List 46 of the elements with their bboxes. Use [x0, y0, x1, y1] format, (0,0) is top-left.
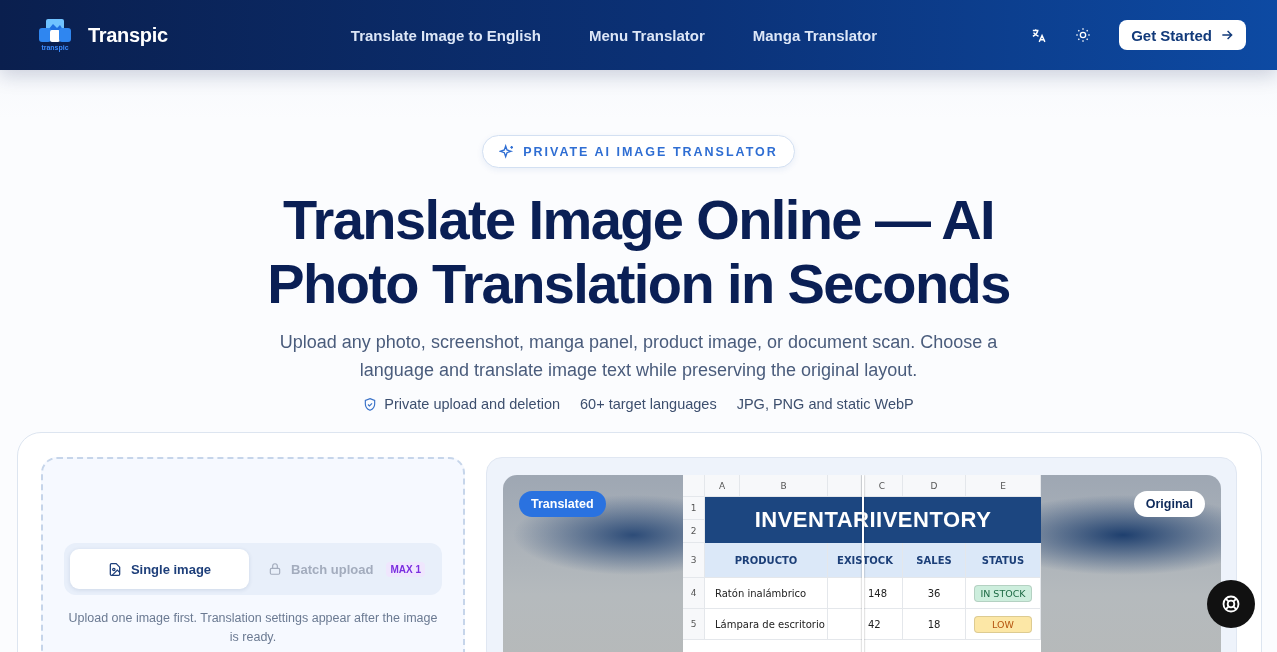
- row-number: 2: [683, 520, 705, 543]
- lifebuoy-icon: [1221, 594, 1241, 614]
- row-number: 3: [683, 543, 705, 578]
- nav-link[interactable]: Menu Translator: [588, 26, 705, 44]
- get-started-button[interactable]: Get Started: [1119, 20, 1246, 50]
- stock-cell: 148: [828, 578, 903, 609]
- nav-link[interactable]: Translate Image to English: [350, 26, 541, 44]
- status-tag: LOW: [974, 615, 1032, 633]
- nav-link[interactable]: Manga Translator: [752, 26, 877, 44]
- column-letter: D: [903, 475, 966, 497]
- row-number: 5: [683, 609, 705, 640]
- status-tag: IN STOCK: [974, 584, 1032, 602]
- feature-label: Private upload and deletion: [384, 396, 561, 412]
- product-cell: Ratón inalámbrico: [705, 578, 828, 609]
- sales-cell: 18: [903, 609, 966, 640]
- column-heading: EXISTOCK: [828, 543, 903, 578]
- corner-cell: [683, 475, 705, 497]
- arrow-right-icon: [1220, 28, 1234, 42]
- column-letter: B: [740, 475, 828, 497]
- sales-cell: 36: [903, 578, 966, 609]
- feature-label: 60+ target languages: [580, 396, 717, 412]
- hero-badge: PRIVATE AI IMAGE TRANSLATOR: [482, 135, 795, 168]
- hero-title: Translate Image Online — AI Photo Translation in Seconds: [267, 188, 1010, 316]
- image-file-icon: [107, 561, 122, 577]
- column-heading: SALES: [903, 543, 966, 578]
- shield-icon: [363, 396, 378, 412]
- hero-subtitle: Upload any photo, screenshot, manga panel, product image, or document scan. Choose a language and translate image text while preserving the original layout.: [278, 331, 999, 382]
- column-heading: STATUS: [966, 543, 1041, 578]
- product-cell: Lámpara de escritorio: [705, 609, 828, 640]
- column-heading: PRODUCTO: [705, 543, 828, 578]
- feature-label: JPG, PNG and static WebP: [736, 396, 914, 412]
- column-header: [828, 475, 862, 497]
- original-label: Original: [1133, 491, 1205, 517]
- brand-name[interactable]: Transpic: [88, 23, 168, 47]
- max-count-badge: MAX 1: [386, 561, 425, 577]
- translated-label: Translated: [519, 491, 606, 517]
- lock-icon: [268, 562, 283, 576]
- column-letter: A: [705, 475, 740, 497]
- column-letter: C: [862, 475, 903, 497]
- column-letter: E: [966, 475, 1041, 497]
- row-number: 1: [683, 497, 705, 520]
- upload-hint: Upload one image first. Translation settings appear after the image is ready.: [67, 610, 439, 646]
- stock-cell: 42: [828, 609, 903, 640]
- row-number: 4: [683, 578, 705, 609]
- logo-icon: [37, 18, 73, 44]
- upload-mode-tab[interactable]: Single image: [70, 549, 249, 589]
